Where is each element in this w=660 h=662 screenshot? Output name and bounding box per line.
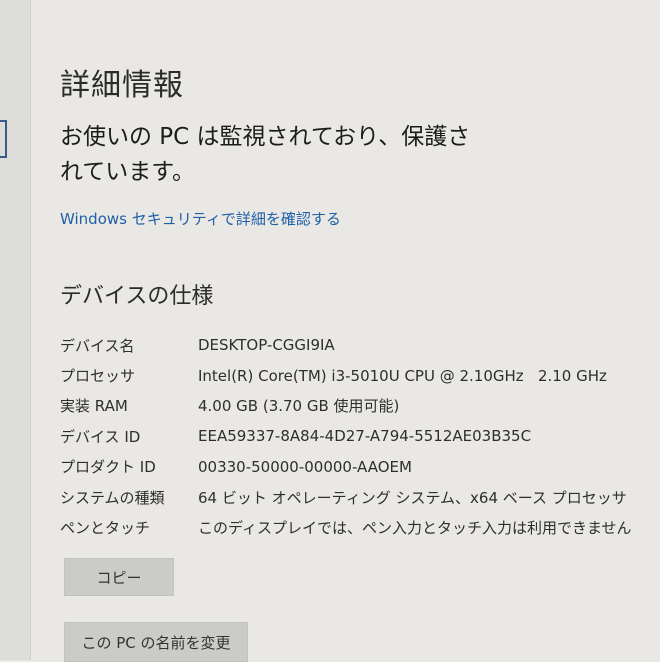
spec-label: デバイス ID	[60, 427, 141, 446]
spec-value: Intel(R) Core(TM) i3-5010U CPU @ 2.10GHz…	[198, 366, 607, 385]
spec-value: 64 ビット オペレーティング システム、x64 ベース プロセッサ	[198, 488, 627, 507]
spec-value: このディスプレイでは、ペン入力とタッチ入力は利用できません	[198, 519, 632, 538]
spec-row-processor: プロセッサ Intel(R) Core(TM) i3-5010U CPU @ 2…	[60, 360, 632, 390]
protection-status-text: お使いの PC は監視されており、保護されています。	[60, 124, 471, 185]
spec-label: デバイス名	[60, 336, 135, 355]
copy-button[interactable]: コピー	[64, 558, 174, 596]
windows-security-link[interactable]: Windows セキュリティで詳細を確認する	[60, 208, 341, 229]
nav-selection-indicator[interactable]	[0, 120, 7, 158]
spec-value: 00330-50000-00000-AAOEM	[198, 457, 412, 476]
about-page: 詳細情報 お使いの PC は監視されており、保護されています。 Windows …	[60, 0, 640, 662]
spec-row-ram: 実装 RAM 4.00 GB (3.70 GB 使用可能)	[60, 391, 632, 421]
spec-row-device-id: デバイス ID EEA59337-8A84-4D27-A794-5512AE03…	[60, 421, 632, 451]
spec-label: プロダクト ID	[60, 458, 156, 477]
spec-row-product-id: プロダクト ID 00330-50000-00000-AAOEM	[60, 452, 632, 482]
left-nav-strip	[0, 0, 31, 660]
spec-row-pen-touch: ペンとタッチ このディスプレイでは、ペン入力とタッチ入力は利用できません	[60, 512, 632, 542]
spec-row-device-name: デバイス名 DESKTOP-CGGI9IA	[60, 330, 632, 360]
device-specs-title: デバイスの仕様	[60, 284, 214, 309]
spec-row-system-type: システムの種類 64 ビット オペレーティング システム、x64 ベース プロセ…	[60, 482, 632, 512]
spec-value: 4.00 GB (3.70 GB 使用可能)	[198, 397, 400, 416]
page-title: 詳細情報	[60, 68, 184, 103]
rename-pc-button[interactable]: この PC の名前を変更	[64, 622, 248, 662]
spec-label: システムの種類	[60, 488, 165, 507]
spec-label: ペンとタッチ	[60, 519, 151, 538]
device-specs-table: デバイス名 DESKTOP-CGGI9IA プロセッサ Intel(R) Cor…	[60, 330, 632, 543]
spec-value: DESKTOP-CGGI9IA	[198, 336, 335, 355]
spec-label: 実装 RAM	[60, 397, 128, 416]
spec-value: EEA59337-8A84-4D27-A794-5512AE03B35C	[198, 427, 532, 446]
spec-label: プロセッサ	[60, 367, 136, 386]
